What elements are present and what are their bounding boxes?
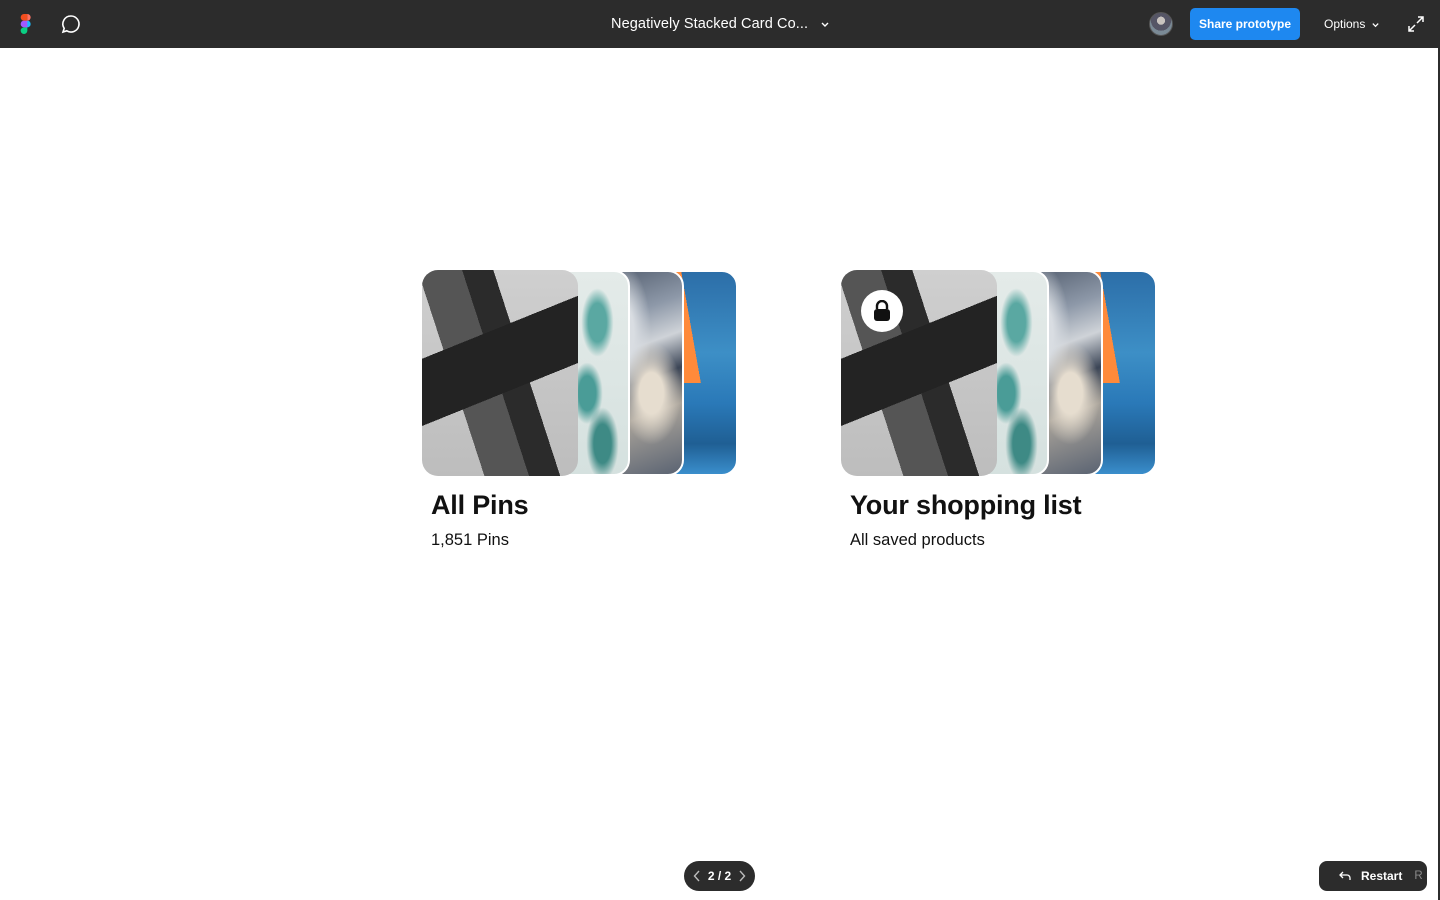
prototype-toolbar: Negatively Stacked Card Co... Share prot… (0, 0, 1440, 48)
lock-icon (874, 300, 890, 321)
board-card-shopping-list[interactable]: Your shopping list All saved products (841, 270, 1157, 550)
board-title: Your shopping list (850, 490, 1082, 520)
board-card-all-pins[interactable]: All Pins 1,851 Pins (422, 270, 738, 550)
next-arrow-icon[interactable] (738, 870, 746, 882)
figma-logo-icon[interactable] (16, 14, 32, 34)
comment-icon[interactable] (60, 13, 82, 35)
restart-shortcut: R (1414, 870, 1423, 882)
board-subtitle: 1,851 Pins (431, 531, 509, 549)
chevron-down-icon (821, 22, 829, 27)
options-menu[interactable]: Options (1324, 0, 1380, 48)
board-subtitle: All saved products (850, 531, 985, 549)
restart-label: Restart (1361, 869, 1403, 883)
restart-icon (1339, 871, 1351, 880)
chevron-down-icon (1372, 22, 1380, 27)
expand-icon[interactable] (1407, 15, 1425, 33)
page-indicator: 2 / 2 (707, 869, 732, 883)
file-title: Negatively Stacked Card Co... (611, 16, 809, 32)
file-title-dropdown[interactable]: Negatively Stacked Card Co... (611, 0, 830, 48)
restart-button[interactable]: Restart R (1319, 861, 1427, 891)
lock-badge (861, 290, 903, 332)
share-prototype-button[interactable]: Share prototype (1190, 8, 1300, 40)
avatar[interactable] (1149, 12, 1173, 36)
previous-arrow-icon[interactable] (693, 870, 701, 882)
board-cover-stack (841, 270, 1157, 476)
board-cover-stack (422, 270, 738, 476)
options-label: Options (1324, 17, 1366, 31)
page-navigator: 2 / 2 (684, 861, 755, 891)
cover-image (422, 270, 578, 476)
board-title: All Pins (431, 490, 529, 520)
